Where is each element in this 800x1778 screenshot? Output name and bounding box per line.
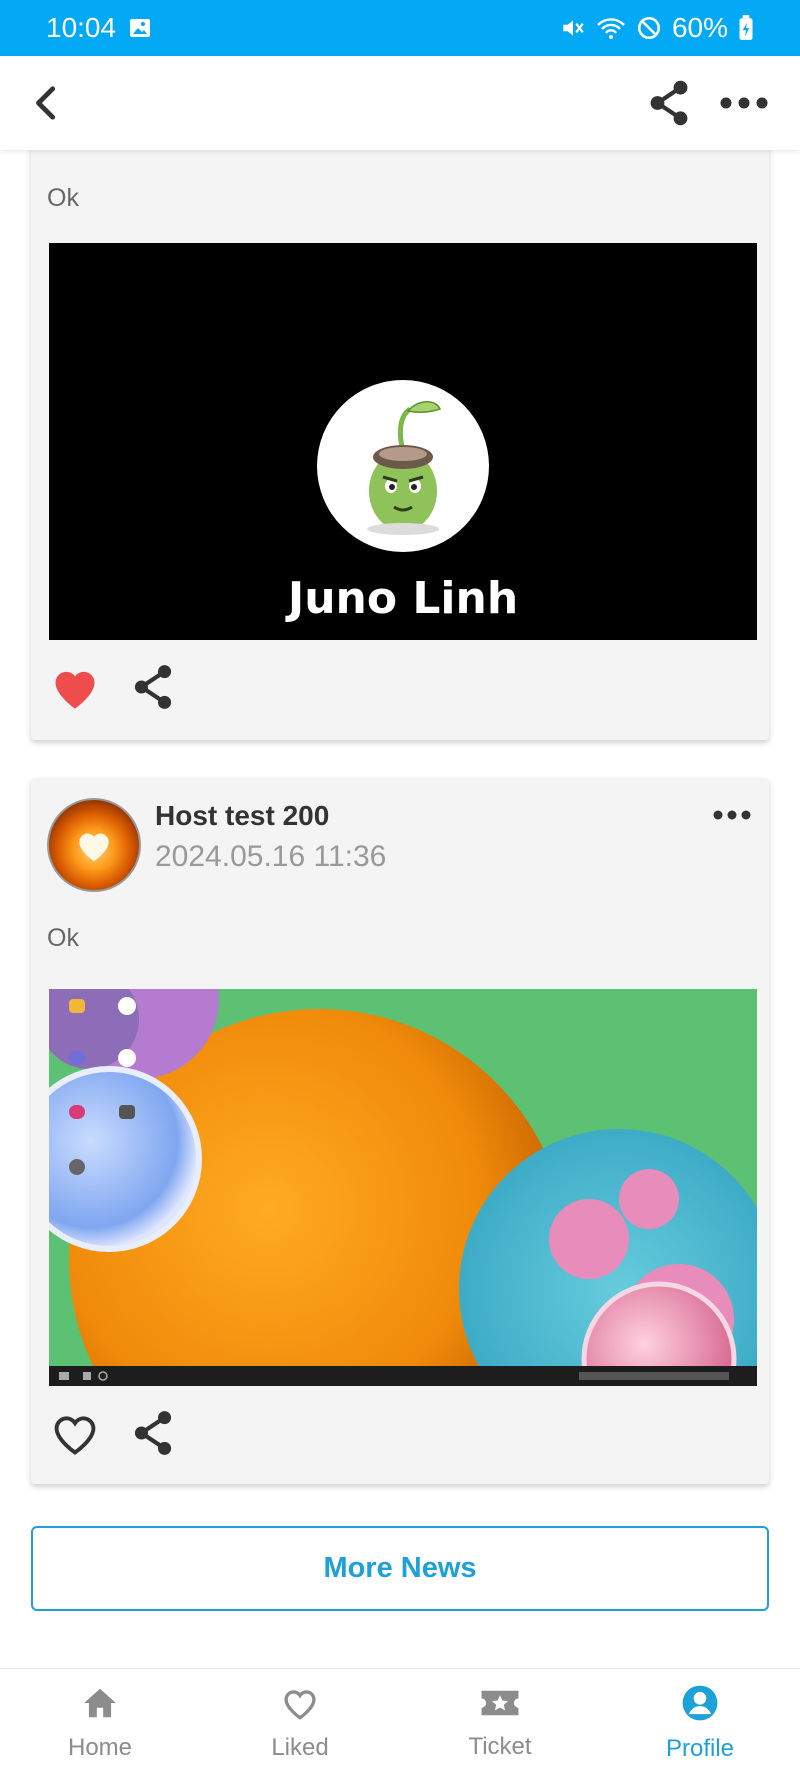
wifi-icon	[596, 15, 626, 41]
app-bar-actions	[646, 78, 770, 128]
nav-home[interactable]: Home	[0, 1669, 200, 1778]
post-timestamp: 2024.05.16 11:36	[155, 840, 387, 873]
nav-profile-label: Profile	[665, 1735, 735, 1762]
author-name[interactable]: Host test 200	[155, 800, 329, 832]
heart-outline-icon[interactable]	[49, 1409, 101, 1457]
share-icon[interactable]	[646, 78, 692, 128]
battery-icon	[738, 15, 754, 41]
post-actions	[49, 662, 177, 712]
post-text: Ok	[47, 924, 79, 952]
gallery-icon	[128, 16, 152, 40]
post-video[interactable]: Juno Linh	[49, 243, 757, 640]
nav-ticket[interactable]: Ticket	[400, 1669, 600, 1778]
author-avatar[interactable]	[47, 798, 141, 892]
ticket-icon	[480, 1686, 520, 1727]
post-actions	[49, 1408, 177, 1458]
nav-liked-label: Liked	[271, 1734, 329, 1761]
more-icon[interactable]	[711, 808, 753, 822]
back-icon[interactable]	[30, 83, 64, 123]
nav-ticket-label: Ticket	[468, 1733, 532, 1760]
status-time: 10:04	[46, 12, 117, 43]
status-left: 10:04	[46, 12, 152, 44]
app-bar	[0, 56, 800, 150]
profile-icon	[681, 1684, 719, 1729]
news-feed: Ok Juno Linh Host test 200 2024.05.16 11…	[0, 140, 800, 1668]
more-news-button[interactable]: More News	[31, 1526, 769, 1611]
post-card: Host test 200 2024.05.16 11:36 Ok	[31, 778, 769, 1484]
post-card: Ok Juno Linh	[31, 140, 769, 740]
nav-home-label: Home	[67, 1734, 133, 1761]
video-caption: Juno Linh	[287, 573, 519, 624]
post-image[interactable]	[49, 989, 757, 1386]
battery-percent: 60%	[671, 12, 728, 43]
post-text: Ok	[47, 184, 79, 212]
heart-filled-icon[interactable]	[49, 663, 101, 711]
nav-liked[interactable]: Liked	[200, 1669, 400, 1778]
share-icon[interactable]	[129, 662, 177, 712]
nav-profile[interactable]: Profile	[600, 1669, 800, 1778]
home-icon	[81, 1685, 119, 1728]
mute-icon	[560, 15, 586, 41]
share-icon[interactable]	[129, 1408, 177, 1458]
status-right: 60%	[560, 12, 754, 44]
heart-icon	[280, 1685, 320, 1728]
profile-avatar-image	[317, 380, 489, 552]
more-icon[interactable]	[718, 95, 770, 111]
dnd-icon	[636, 15, 662, 41]
bottom-nav: Home Liked Ticket Profile	[0, 1668, 800, 1778]
status-bar: 10:04 60%	[0, 0, 800, 56]
